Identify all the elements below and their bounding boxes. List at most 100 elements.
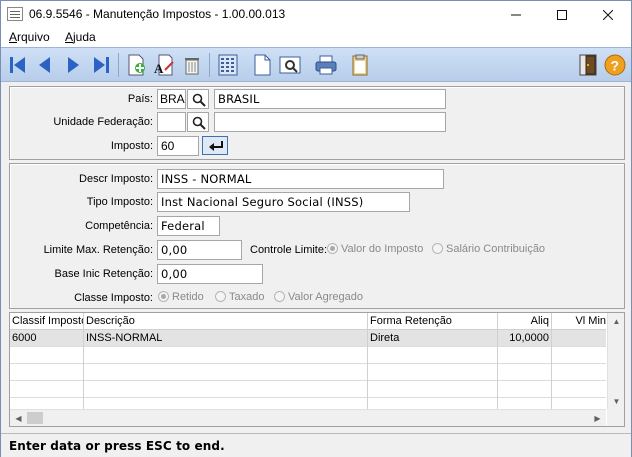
uf-search-button[interactable] <box>187 112 209 132</box>
app-icon <box>7 7 23 21</box>
first-record-button[interactable] <box>5 52 31 78</box>
scroll-up-icon[interactable]: ▲ <box>608 313 624 330</box>
classe-valor-agregado-radio[interactable]: Valor Agregado <box>274 291 363 303</box>
cell-empty <box>84 364 368 381</box>
controle-valor-imposto-radio[interactable]: Valor do Imposto <box>327 243 423 255</box>
enter-icon <box>209 141 223 151</box>
radio-selected-icon <box>327 243 338 254</box>
last-record-icon <box>94 57 109 73</box>
radio-unselected-icon <box>274 291 285 302</box>
cell-empty <box>84 347 368 364</box>
cell-aliq: 10,0000 <box>498 330 552 347</box>
tipo-imposto-field[interactable]: Inst Nacional Seguro Social (INSS) <box>157 192 410 212</box>
pais-name-field[interactable]: BRASIL <box>214 89 446 109</box>
maximize-icon <box>557 10 567 20</box>
cell-empty <box>84 381 368 398</box>
scroll-left-icon[interactable]: ◀ <box>10 410 27 426</box>
grid-header: Classif Imposto Descrição Forma Retenção… <box>10 313 606 330</box>
imposto-label: Imposto: <box>110 140 153 152</box>
cell-empty <box>368 381 498 398</box>
menu-arquivo-label: Arquivo <box>9 30 50 44</box>
new-document-icon <box>254 54 271 76</box>
scrollbar-corner <box>607 409 624 426</box>
imposto-field[interactable]: 60 <box>157 136 199 156</box>
competencia-label: Competência: <box>85 220 153 232</box>
delete-button[interactable] <box>179 52 205 78</box>
minimize-icon <box>511 14 521 16</box>
column-header-classif[interactable]: Classif Imposto <box>10 313 84 330</box>
controle-salario-contribuicao-label: Salário Contribuição <box>446 243 546 255</box>
cell-descricao: INSS-NORMAL <box>84 330 368 347</box>
classe-retido-label: Retido <box>172 291 204 303</box>
descr-imposto-field[interactable]: INSS - NORMAL <box>157 169 444 189</box>
cell-empty <box>10 381 84 398</box>
horizontal-scroll-thumb[interactable] <box>27 412 43 424</box>
menu-arquivo[interactable]: Arquivo <box>9 30 50 44</box>
header-panel: País: BRA BRASIL Unidade Federação: Impo… <box>9 86 625 160</box>
previous-record-button[interactable] <box>32 52 58 78</box>
first-record-icon <box>10 57 25 73</box>
table-row-empty[interactable] <box>10 364 606 381</box>
cell-empty <box>10 364 84 381</box>
menu-ajuda[interactable]: Ajuda <box>65 30 96 44</box>
next-record-button[interactable] <box>60 52 86 78</box>
status-text: Enter data or press ESC to end. <box>9 439 225 453</box>
column-header-vl-min[interactable]: Vl Min <box>552 313 608 330</box>
pais-search-button[interactable] <box>187 89 209 109</box>
toolbar: A ? <box>1 47 631 82</box>
controle-salario-contribuicao-radio[interactable]: Salário Contribuição <box>432 243 545 255</box>
limite-retencao-label: Limite Max. Retenção: <box>43 244 153 256</box>
edit-text-button[interactable]: A <box>151 52 177 78</box>
controle-limite-label: Controle Limite: <box>250 244 328 256</box>
print-icon <box>315 55 337 75</box>
column-header-aliq[interactable]: Aliq <box>498 313 552 330</box>
pais-label: País: <box>127 93 153 105</box>
cell-forma-retencao: Direta <box>368 330 498 347</box>
exit-button[interactable] <box>575 52 601 78</box>
tipo-imposto-label: Tipo Imposto: <box>86 196 153 208</box>
cell-empty <box>498 364 552 381</box>
uf-name-field[interactable] <box>214 112 446 132</box>
limite-retencao-field[interactable]: 0,00 <box>157 240 242 260</box>
last-record-button[interactable] <box>88 52 114 78</box>
classe-retido-radio[interactable]: Retido <box>158 291 204 303</box>
minimize-button[interactable] <box>493 1 539 28</box>
confirm-enter-button[interactable] <box>202 136 228 155</box>
horizontal-scrollbar[interactable]: ◀ ▶ <box>10 409 606 426</box>
help-button[interactable]: ? <box>602 52 628 78</box>
vertical-scrollbar[interactable]: ▲ ▼ <box>607 313 624 410</box>
radio-unselected-icon <box>432 243 443 254</box>
competencia-field[interactable]: Federal <box>157 216 220 236</box>
impostos-grid[interactable]: Classif Imposto Descrição Forma Retenção… <box>9 312 625 427</box>
preview-icon <box>279 56 301 74</box>
window-title: 06.9.5546 - Manutenção Impostos - 1.00.0… <box>29 7 286 21</box>
cell-vl-min <box>552 330 608 347</box>
controle-valor-imposto-label: Valor do Imposto <box>341 243 424 255</box>
column-header-descricao[interactable]: Descrição <box>84 313 368 330</box>
table-row-empty[interactable] <box>10 347 606 364</box>
print-button[interactable] <box>313 52 339 78</box>
svg-text:?: ? <box>611 58 620 74</box>
add-record-button[interactable] <box>123 52 149 78</box>
menu-ajuda-label: Ajuda <box>65 30 96 44</box>
maximize-button[interactable] <box>539 1 585 28</box>
uf-label: Unidade Federação: <box>53 116 153 128</box>
preview-button[interactable] <box>277 52 303 78</box>
table-row-empty[interactable] <box>10 381 606 398</box>
uf-code-field[interactable] <box>157 112 186 132</box>
scroll-down-icon[interactable]: ▼ <box>608 393 624 410</box>
previous-record-icon <box>39 57 50 73</box>
close-button[interactable] <box>585 1 631 28</box>
clipboard-button[interactable] <box>347 52 373 78</box>
cell-empty <box>498 347 552 364</box>
calendar-icon <box>218 54 238 76</box>
classe-taxado-radio[interactable]: Taxado <box>215 291 264 303</box>
pais-code-field[interactable]: BRA <box>157 89 186 109</box>
base-inic-retencao-field[interactable]: 0,00 <box>157 264 263 284</box>
new-document-button[interactable] <box>249 52 275 78</box>
detail-panel: Descr Imposto: INSS - NORMAL Tipo Impost… <box>9 163 625 309</box>
calendar-button[interactable] <box>215 52 241 78</box>
scroll-right-icon[interactable]: ▶ <box>589 410 606 426</box>
column-header-forma-retencao[interactable]: Forma Retenção <box>368 313 498 330</box>
table-row[interactable]: 6000 INSS-NORMAL Direta 10,0000 <box>10 330 606 347</box>
